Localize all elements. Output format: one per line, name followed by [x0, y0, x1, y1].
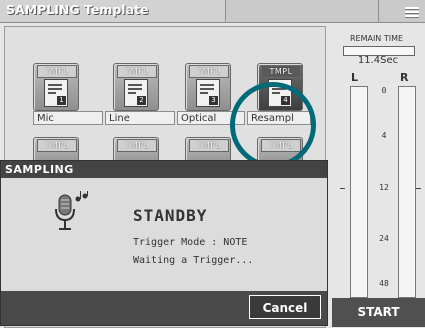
sampling-dialog: SAMPLING STANDBY Trigger Mode : NOTE Wai…	[0, 160, 328, 326]
scale-tick: 0	[381, 86, 387, 95]
tile-caption-mic[interactable]: Mic	[33, 111, 103, 125]
microphone-icon	[55, 191, 88, 230]
meter-scale: 0 4 12 24 48	[373, 86, 395, 296]
tile-label: TMPL	[37, 65, 77, 78]
tile-label: TMPL	[117, 139, 157, 152]
start-button[interactable]: START	[332, 298, 425, 327]
scale-tick: 4	[381, 131, 387, 140]
right-meter-marker	[416, 188, 421, 189]
document-icon: 2	[124, 79, 148, 107]
window-title-tab: SAMPLING Template	[0, 0, 226, 22]
tile-caption-line[interactable]: Line	[105, 111, 175, 125]
trigger-mode-text: Trigger Mode : NOTE	[133, 237, 248, 248]
scale-tick: 24	[379, 234, 389, 243]
tile-number: 2	[137, 96, 146, 105]
tile-label: TMPL	[189, 139, 229, 152]
scale-tick: 12	[379, 183, 389, 192]
tile-label: TMPL	[189, 65, 229, 78]
menu-icon[interactable]	[405, 7, 419, 19]
tile-label: TMPL	[37, 139, 77, 152]
window-title: SAMPLING Template	[6, 2, 149, 17]
tile-number: 1	[57, 96, 66, 105]
dialog-title: SAMPLING	[1, 161, 327, 178]
waiting-text: Waiting a Trigger...	[133, 255, 254, 266]
left-meter-marker	[340, 188, 345, 189]
tile-label: TMPL	[261, 65, 301, 78]
scale-tick: 48	[379, 279, 389, 288]
status-text: STANDBY	[133, 206, 208, 225]
right-level-meter	[398, 86, 416, 298]
title-bar: SAMPLING Template	[0, 0, 425, 23]
left-level-meter	[350, 86, 368, 298]
template-tile-2[interactable]: TMPL 2	[113, 63, 159, 111]
highlight-ring	[230, 82, 316, 168]
remain-time-value: 11.4Sec	[357, 55, 399, 66]
left-channel-label: L	[351, 71, 359, 84]
title-bar-segment	[225, 0, 379, 22]
document-icon: 3	[196, 79, 220, 107]
tile-label: TMPL	[117, 65, 157, 78]
tile-number: 3	[209, 96, 218, 105]
template-tile-3[interactable]: TMPL 3	[185, 63, 231, 111]
level-meter-panel: REMAIN TIME 11.4Sec L R 0 4 12 24 48 STA…	[330, 26, 425, 327]
document-icon: 1	[44, 79, 68, 107]
dialog-footer: Cancel	[1, 291, 327, 325]
remain-time-label: REMAIN TIME	[349, 34, 404, 43]
template-tile-1[interactable]: TMPL 1	[33, 63, 79, 111]
cancel-button[interactable]: Cancel	[249, 295, 321, 319]
right-channel-label: R	[400, 71, 409, 84]
